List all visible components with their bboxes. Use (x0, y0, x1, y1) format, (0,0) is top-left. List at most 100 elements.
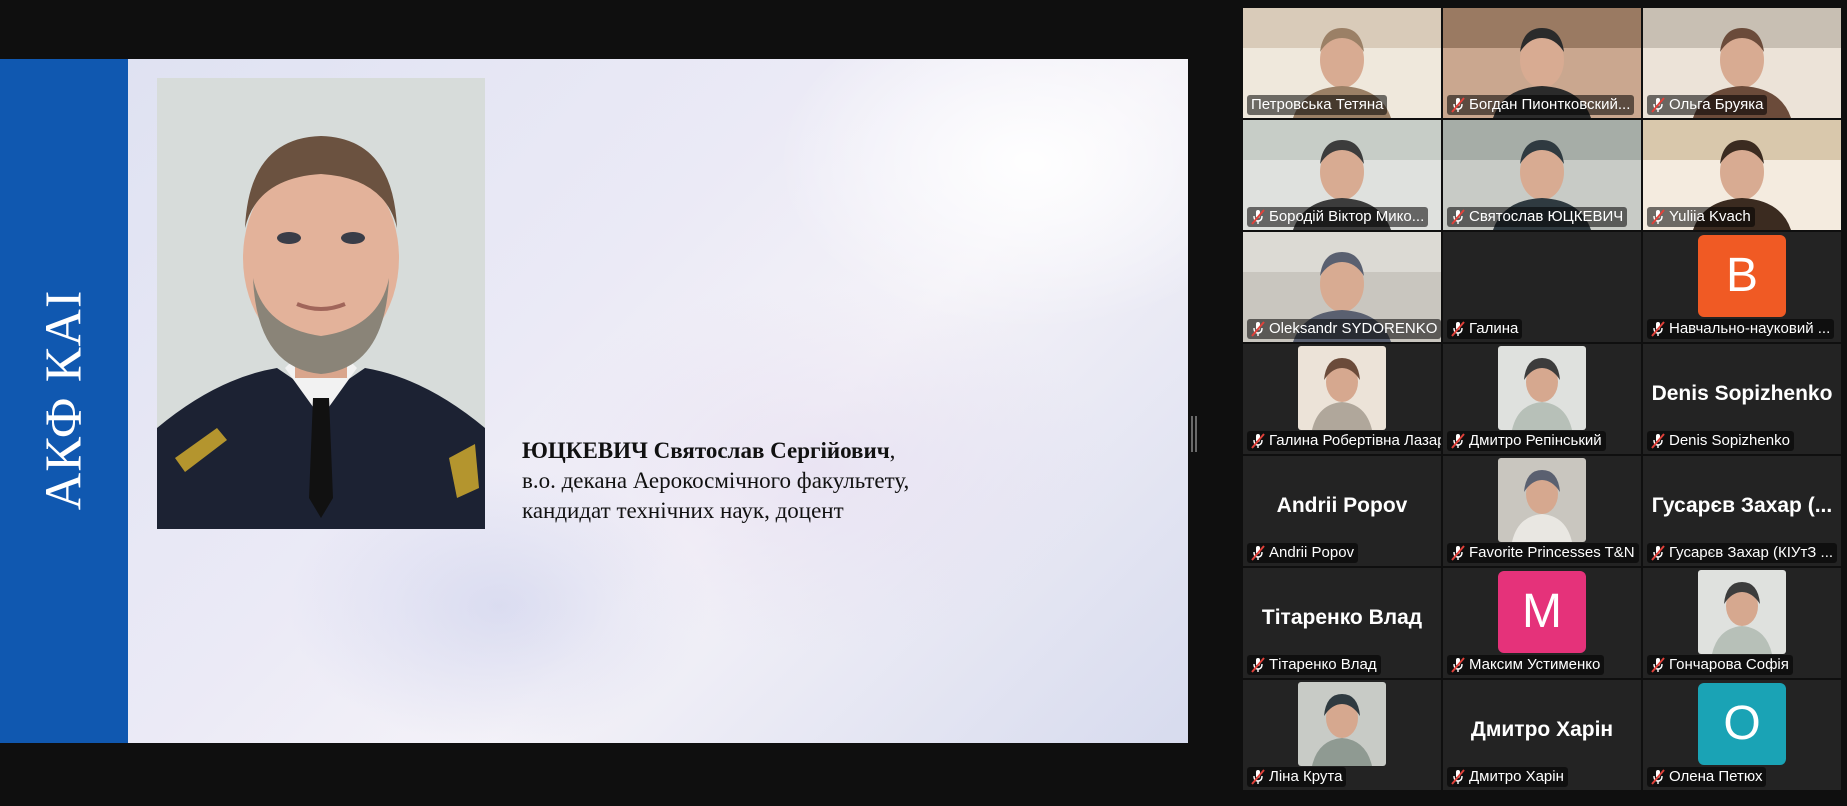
resize-handle[interactable] (1191, 416, 1197, 452)
participant-tile[interactable]: Yuliia Kvach (1643, 120, 1841, 230)
muted-mic-icon (1651, 321, 1665, 337)
participant-profile-photo (1298, 346, 1386, 430)
participant-name-label: Навчально-науковий ... (1647, 319, 1835, 339)
participant-tile[interactable]: Denis Sopizhenko Denis Sopizhenko (1643, 344, 1841, 454)
participant-name-label: Святослав ЮЦКЕВИЧ (1447, 207, 1628, 227)
participant-name: Гусарєв Захар (КІУтЗ ... (1669, 544, 1834, 561)
muted-mic-icon (1451, 769, 1465, 785)
participant-name: Петровська Тетяна (1251, 96, 1384, 113)
participant-name-label: Denis Sopizhenko (1647, 431, 1794, 451)
speaker-position: в.о. декана Аерокосмічного факультету, (522, 468, 910, 493)
participant-name-label: Ольга Бруяка (1647, 95, 1768, 115)
shared-screen: АКФ КАІ ЮЦКЕВИЧ Святослав Сергійович, в.… (0, 59, 1188, 743)
participant-tile[interactable]: Ольга Бруяка (1643, 8, 1841, 118)
muted-mic-icon (1651, 769, 1665, 785)
participant-tile[interactable]: Петровська Тетяна (1243, 8, 1441, 118)
participant-tile[interactable]: Гусарєв Захар (... Гусарєв Захар (КІУтЗ .… (1643, 456, 1841, 566)
participant-tile[interactable]: Тітаренко Влад Тітаренко Влад (1243, 568, 1441, 678)
participant-name: Навчально-науковий ... (1669, 320, 1831, 337)
participant-avatar: M (1498, 571, 1586, 653)
participant-tile[interactable]: Дмитро Репінський (1443, 344, 1641, 454)
muted-mic-icon (1651, 657, 1665, 673)
participant-name: Тітаренко Влад (1269, 656, 1377, 673)
participant-name: Максим Устименко (1469, 656, 1601, 673)
participant-name-label: Дмитро Харін (1447, 767, 1568, 787)
participant-tile[interactable]: Галина Робертівна Лазар... (1243, 344, 1441, 454)
participant-gallery: Петровська Тетяна Богдан Пионтковский... О… (1243, 8, 1843, 796)
participant-name-label: Oleksandr SYDORENKO (1247, 319, 1441, 339)
muted-mic-icon (1651, 545, 1665, 561)
participant-tile[interactable]: Святослав ЮЦКЕВИЧ (1443, 120, 1641, 230)
participant-display-name: Гусарєв Захар (... (1651, 494, 1833, 517)
muted-mic-icon (1651, 433, 1665, 449)
muted-mic-icon (1251, 209, 1265, 225)
participant-tile[interactable]: Галина (1443, 232, 1641, 342)
participant-name: Бородій Віктор Мико... (1269, 208, 1425, 225)
participant-display-name: Тітаренко Влад (1261, 606, 1423, 629)
participant-name: Дмитро Репінський (1469, 432, 1602, 449)
participant-name: Favorite Princesses T&N (1469, 544, 1635, 561)
participant-tile[interactable]: Дмитро Харін Дмитро Харін (1443, 680, 1641, 790)
speaker-degree: кандидат технічних наук, доцент (522, 498, 844, 523)
participant-name-label: Максим Устименко (1447, 655, 1605, 675)
slide-side-band: АКФ КАІ (0, 59, 128, 743)
participant-name: Denis Sopizhenko (1669, 432, 1790, 449)
participant-display-name: Дмитро Харін (1470, 718, 1614, 741)
participant-tile[interactable]: Гончарова Софія (1643, 568, 1841, 678)
participant-tile[interactable]: Oleksandr SYDORENKO (1243, 232, 1441, 342)
participant-name-label: Петровська Тетяна (1247, 95, 1388, 115)
muted-mic-icon (1251, 545, 1265, 561)
muted-mic-icon (1451, 97, 1465, 113)
muted-mic-icon (1451, 657, 1465, 673)
muted-mic-icon (1451, 209, 1465, 225)
speaker-portrait (157, 78, 485, 529)
participant-tile[interactable]: Ліна Крута (1243, 680, 1441, 790)
participant-name: Yuliia Kvach (1669, 208, 1751, 225)
participant-tile[interactable]: O Олена Петюх (1643, 680, 1841, 790)
participant-name: Oleksandr SYDORENKO (1269, 320, 1438, 337)
participant-name-label: Богдан Пионтковский... (1447, 95, 1635, 115)
participant-display-name: Andrii Popov (1276, 494, 1408, 517)
participant-tile[interactable]: Favorite Princesses T&N (1443, 456, 1641, 566)
participant-name: Галина (1469, 320, 1519, 337)
participant-name-label: Галина (1447, 319, 1523, 339)
participant-display-name: Denis Sopizhenko (1651, 382, 1833, 405)
participant-name: Andrii Popov (1269, 544, 1355, 561)
participant-name: Ліна Крута (1269, 768, 1343, 785)
participant-name: Галина Робертівна Лазар... (1269, 432, 1441, 449)
muted-mic-icon (1251, 769, 1265, 785)
participant-profile-photo (1298, 682, 1386, 766)
participant-name-label: Галина Робертівна Лазар... (1247, 431, 1441, 451)
muted-mic-icon (1451, 545, 1465, 561)
participant-name: Богдан Пионтковский... (1469, 96, 1631, 113)
participant-name-label: Гусарєв Захар (КІУтЗ ... (1647, 543, 1838, 563)
speaker-name: ЮЦКЕВИЧ Святослав Сергійович (522, 438, 890, 463)
participant-name: Гончарова Софія (1669, 656, 1789, 673)
muted-mic-icon (1251, 657, 1265, 673)
participant-name: Олена Петюх (1669, 768, 1763, 785)
participant-name-label: Ліна Крута (1247, 767, 1347, 787)
participant-name-label: Andrii Popov (1247, 543, 1359, 563)
participant-name: Дмитро Харін (1469, 768, 1564, 785)
participant-name-label: Дмитро Репінський (1447, 431, 1606, 451)
participant-tile[interactable]: B Навчально-науковий ... (1643, 232, 1841, 342)
participant-name: Святослав ЮЦКЕВИЧ (1469, 208, 1624, 225)
participant-name: Ольга Бруяка (1669, 96, 1764, 113)
muted-mic-icon (1251, 321, 1265, 337)
muted-mic-icon (1451, 433, 1465, 449)
speaker-bio: ЮЦКЕВИЧ Святослав Сергійович, в.о. декан… (522, 436, 909, 526)
participant-tile[interactable]: Бородій Віктор Мико... (1243, 120, 1441, 230)
muted-mic-icon (1251, 433, 1265, 449)
participant-name-label: Favorite Princesses T&N (1447, 543, 1639, 563)
participant-name-label: Тітаренко Влад (1247, 655, 1381, 675)
participant-avatar: O (1698, 683, 1786, 765)
participant-name-label: Олена Петюх (1647, 767, 1767, 787)
participant-tile[interactable]: Andrii Popov Andrii Popov (1243, 456, 1441, 566)
participant-tile[interactable]: Богдан Пионтковский... (1443, 8, 1641, 118)
speaker-name-line: ЮЦКЕВИЧ Святослав Сергійович, (522, 436, 909, 466)
slide-band-text: АКФ КАІ (35, 289, 93, 511)
participant-tile[interactable]: M Максим Устименко (1443, 568, 1641, 678)
participant-profile-photo (1698, 570, 1786, 654)
participant-name-label: Yuliia Kvach (1647, 207, 1755, 227)
participant-avatar: B (1698, 235, 1786, 317)
